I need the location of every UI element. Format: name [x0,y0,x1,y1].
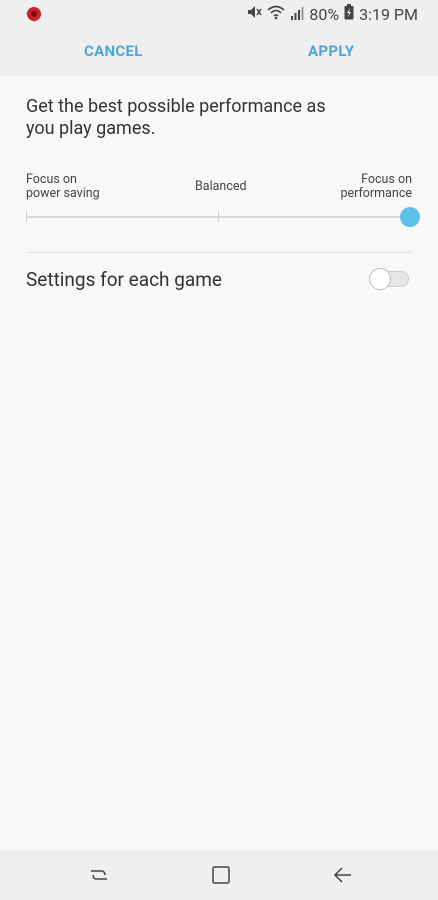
recent-apps-icon[interactable] [87,863,111,887]
performance-slider-track[interactable] [26,216,412,218]
signal-icon [290,5,304,24]
cancel-button[interactable]: CANCEL [84,42,143,60]
game-launcher-icon [24,4,44,24]
slider-tick-power-saving [26,211,27,222]
slider-label-left-line2: power saving [26,186,100,201]
slider-label-balanced: Balanced [195,179,247,194]
settings-for-each-game-toggle[interactable] [369,268,409,290]
navigation-bar [0,850,438,900]
settings-for-each-game-label: Settings for each game [26,268,222,291]
slider-label-left-line1: Focus on [26,172,77,187]
slider-label-performance: Focus on performance [340,173,412,201]
mute-icon [246,4,263,24]
back-icon[interactable] [331,863,355,887]
performance-description: Get the best possible performance as you… [26,96,326,139]
status-time: 3:19 PM [359,4,418,24]
divider [26,252,412,253]
action-header: CANCEL APPLY [0,28,438,76]
slider-label-right-line2: performance [340,186,412,201]
home-icon[interactable] [209,863,233,887]
performance-slider-thumb[interactable] [400,207,420,227]
toggle-knob [369,268,391,290]
status-bar: 80% 3:19 PM [0,0,438,28]
slider-tick-balanced [218,211,219,222]
apply-button[interactable]: APPLY [308,42,354,60]
wifi-icon [267,4,285,24]
slider-label-right-line1: Focus on [361,172,412,187]
battery-percent: 80% [309,4,340,24]
status-right: 80% 3:19 PM [246,4,418,24]
battery-charging-icon [344,4,354,24]
slider-label-power-saving: Focus on power saving [26,173,100,201]
